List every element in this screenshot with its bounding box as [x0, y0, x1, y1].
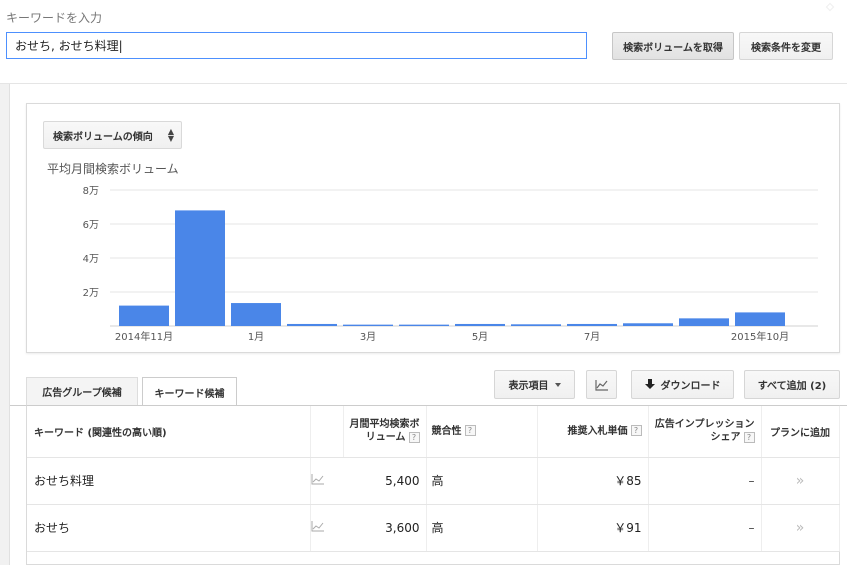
chart-bar — [735, 312, 785, 326]
download-icon — [644, 379, 655, 389]
competition-cell: 高 — [426, 504, 538, 552]
change-criteria-button[interactable]: 検索条件を変更 — [739, 32, 833, 60]
download-button[interactable]: ダウンロード — [631, 370, 734, 399]
chart-bar — [567, 323, 617, 326]
keyword-table: キーワード (関連性の高い順) 月間平均検索ボリューム? 競合性? 推奨入札単価… — [26, 405, 840, 565]
x-tick-label: 2014年11月 — [115, 330, 173, 343]
x-tick-label: 3月 — [360, 331, 376, 343]
bid-cell: ￥91 — [537, 504, 649, 552]
chart-bar — [287, 323, 337, 326]
get-search-volume-button[interactable]: 検索ボリュームを取得 — [612, 32, 734, 60]
trend-cell[interactable] — [310, 504, 343, 552]
chevron-down-icon — [554, 382, 561, 387]
tab-ad-group-ideas[interactable]: 広告グループ候補 — [26, 377, 138, 405]
help-icon[interactable]: ? — [408, 431, 420, 443]
chart-bar — [119, 305, 169, 326]
search-header: キーワードを入力 検索ボリュームを取得 検索条件を変更 — [0, 0, 847, 84]
chart-bar — [511, 324, 561, 326]
header-trend — [310, 406, 344, 458]
tab-keyword-ideas[interactable]: キーワード候補 — [142, 377, 237, 407]
keyword-cell: おせち料理 — [27, 457, 311, 505]
chart-bar — [399, 324, 449, 326]
header-volume[interactable]: 月間平均検索ボリューム? — [343, 406, 427, 458]
up-down-arrows-icon: ▲ ▼ — [167, 127, 174, 143]
header-keyword[interactable]: キーワード (関連性の高い順) — [27, 406, 311, 458]
x-tick-label: 5月 — [472, 331, 488, 343]
chart-bar — [231, 303, 281, 326]
trend-type-dropdown[interactable]: 検索ボリュームの傾向 ▲ ▼ — [43, 121, 182, 149]
trend-type-label: 検索ボリュームの傾向 — [53, 131, 153, 143]
table-row: おせち料理 5,400 高 ￥85 – » — [27, 457, 840, 505]
line-chart-icon — [594, 379, 608, 391]
header-share-label: 広告インプレッションシェア — [654, 419, 755, 444]
header-add-to-plan: プランに追加 — [761, 406, 840, 458]
x-tick-label: 7月 — [584, 331, 600, 343]
chart-bar — [679, 318, 729, 326]
share-cell: – — [648, 457, 762, 505]
table-row: おせち 3,600 高 ￥91 – » — [27, 504, 840, 552]
chart-bar — [623, 323, 673, 326]
add-all-button[interactable]: すべて追加 (2) — [744, 370, 840, 399]
y-tick-label: 8万 — [83, 186, 99, 197]
chart-bar — [455, 323, 505, 326]
chart-bar — [343, 324, 393, 326]
x-tick-label: 2015年10月 — [731, 330, 789, 343]
bid-cell: ￥85 — [537, 457, 649, 505]
header-suggested-bid[interactable]: 推奨入札単価? — [537, 406, 649, 458]
help-icon[interactable]: ? — [743, 431, 755, 443]
x-tick-label: 1月 — [248, 331, 264, 343]
keyword-cell: おせち — [27, 504, 311, 552]
trend-cell[interactable] — [310, 457, 343, 505]
header-competition-label: 競合性 — [431, 425, 462, 437]
help-icon[interactable]: ? — [464, 425, 476, 437]
help-icon[interactable]: ? — [630, 425, 642, 437]
line-chart-icon — [311, 474, 324, 485]
header-impression-share[interactable]: 広告インプレッションシェア? — [648, 406, 762, 458]
chart-bar — [175, 210, 225, 326]
y-tick-label: 2万 — [83, 288, 99, 299]
add-to-plan-icon[interactable]: » — [761, 504, 840, 552]
download-label: ダウンロード — [660, 381, 721, 392]
keyword-label: キーワードを入力 — [6, 11, 103, 25]
add-to-plan-icon[interactable]: » — [761, 457, 840, 505]
columns-label: 表示項目 — [508, 381, 549, 392]
columns-button[interactable]: 表示項目 — [494, 370, 575, 399]
share-cell: – — [648, 504, 762, 552]
line-chart-icon — [311, 521, 324, 532]
volume-cell: 5,400 — [343, 457, 427, 505]
keyword-input[interactable] — [6, 32, 587, 59]
decorative-sparkle-icon — [825, 2, 835, 12]
search-volume-chart: 8万 6万 4万 2万 2014年11月 1月 3月 5月 7月 2015年10月 — [83, 186, 818, 343]
chart-view-button[interactable] — [586, 370, 617, 399]
competition-cell: 高 — [426, 457, 538, 505]
volume-cell: 3,600 — [343, 504, 427, 552]
header-bid-label: 推奨入札単価 — [567, 425, 628, 437]
y-tick-label: 4万 — [83, 254, 99, 265]
header-competition[interactable]: 競合性? — [426, 406, 538, 458]
y-tick-label: 6万 — [83, 220, 99, 231]
table-header-row: キーワード (関連性の高い順) 月間平均検索ボリューム? 競合性? 推奨入札単価… — [27, 406, 840, 458]
